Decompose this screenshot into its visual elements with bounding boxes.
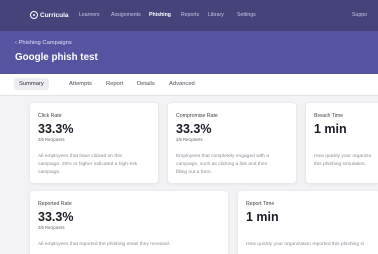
- curricula-logo-icon: [30, 11, 38, 19]
- card-description-line: filling out a form.: [176, 170, 212, 175]
- nav-item-reports[interactable]: Reports: [181, 12, 199, 18]
- breach-time-card: Breach Time 1 min How quickly your organ…: [306, 103, 378, 183]
- reported-rate-card: Reported Rate 33.3% 2/6 Recipients All e…: [30, 191, 228, 254]
- card-subtext: 2/6 Recipients: [38, 137, 65, 142]
- nav-item-settings[interactable]: Settings: [237, 12, 256, 18]
- compromise-rate-card: Compromise Rate 33.3% 2/6 Recipients Emp…: [168, 103, 296, 183]
- card-value: 1 min: [314, 122, 347, 136]
- card-description-line: How quickly your organization reported t…: [246, 242, 364, 247]
- card-description-line: How quickly your organiza: [314, 154, 372, 159]
- tab-attempts[interactable]: Attempts: [69, 81, 92, 87]
- card-label: Breach Time: [314, 113, 344, 119]
- card-description-line: this phishing simulation.: [314, 162, 366, 167]
- nav-item-library[interactable]: Library: [208, 12, 224, 18]
- logo[interactable]: Curricula: [30, 11, 69, 19]
- report-time-card: Report Time 1 min How quickly your organ…: [238, 191, 378, 254]
- back-link-label: Phishing Campaigns: [18, 40, 72, 46]
- tab-report[interactable]: Report: [106, 81, 123, 87]
- card-label: Report Time: [246, 201, 275, 207]
- logo-text: Curricula: [40, 11, 69, 19]
- page-header: ‹ Phishing Campaigns Google phish test: [0, 31, 378, 74]
- card-value: 33.3%: [176, 122, 212, 136]
- page-title: Google phish test: [15, 52, 98, 63]
- card-description-line: campaign, such as clicking a link and th…: [176, 162, 268, 167]
- card-value: 33.3%: [38, 210, 74, 224]
- tab-bar: Summary Attempts Report Details Advanced: [0, 74, 378, 96]
- card-subtext: 2/6 Recipients: [38, 225, 65, 230]
- tab-details[interactable]: Details: [137, 81, 155, 87]
- click-rate-card: Click Rate 33.3% 2/6 Recipients All empl…: [30, 103, 158, 183]
- card-subtext: 2/6 Recipients: [176, 137, 203, 142]
- card-description-line: All employees that have clicked on this: [38, 154, 123, 159]
- card-value: 1 min: [246, 210, 279, 224]
- nav-item-assignments[interactable]: Assignments: [111, 12, 141, 18]
- top-navigation: Curricula Learners Assignments Phishing …: [0, 0, 378, 31]
- card-description-line: campaign. 20% or higher indicated a high…: [38, 162, 138, 167]
- card-description-line: Employees that completely engaged with a: [176, 154, 269, 159]
- card-label: Compromise Rate: [176, 113, 218, 119]
- card-value: 33.3%: [38, 122, 74, 136]
- nav-item-support[interactable]: Suppo: [352, 12, 367, 18]
- card-label: Click Rate: [38, 113, 62, 119]
- tab-summary[interactable]: Summary: [14, 78, 49, 90]
- nav-item-phishing[interactable]: Phishing: [149, 12, 171, 18]
- card-description-line: campaign.: [38, 170, 61, 175]
- card-description-line: All employees that reported the phishing…: [38, 242, 171, 247]
- card-label: Reported Rate: [38, 201, 72, 207]
- tab-advanced[interactable]: Advanced: [169, 81, 195, 87]
- back-link[interactable]: ‹ Phishing Campaigns: [15, 40, 72, 46]
- nav-item-learners[interactable]: Learners: [79, 12, 99, 18]
